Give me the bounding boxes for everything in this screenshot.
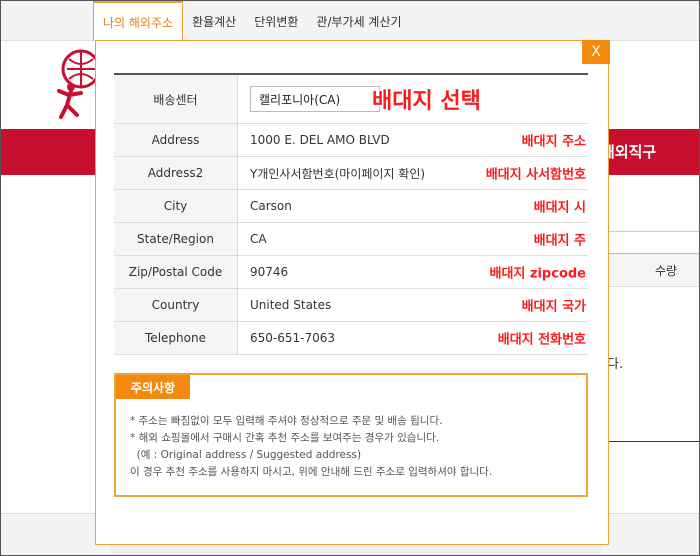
annotation-text: 배대지 선택 <box>372 89 481 114</box>
background-menu-text: 해외직구 <box>601 143 657 161</box>
tab-my-overseas-address[interactable]: 나의 해외주소 <box>93 1 184 41</box>
annotation-text: 배대지 주소 <box>521 134 586 150</box>
row-label: Country <box>114 289 238 321</box>
country-value: United States <box>250 298 332 312</box>
row-value: 1000 E. DEL AMO BLVD 배대지 주소 <box>238 124 588 156</box>
background-divider-2 <box>607 441 699 442</box>
annotation-text: 배대지 시 <box>533 200 586 216</box>
row-telephone: Telephone 650-651-7063 배대지 전화번호 <box>114 322 588 355</box>
tab-unit-conversion[interactable]: 단위변환 <box>245 1 308 41</box>
row-label: State/Region <box>114 223 238 255</box>
address-modal: X 배송센터 캘리포니아(CA) 배대지 선택 Address 1000 E. … <box>95 40 610 545</box>
tab-exchange-rate[interactable]: 환율계산 <box>183 1 246 41</box>
window-frame: 해외직구 수량 다. 나의 해외주소 환율계산 단위변환 관/부가세 계산기 X… <box>0 0 700 556</box>
row-address: Address 1000 E. DEL AMO BLVD 배대지 주소 <box>114 124 588 157</box>
zip-value: 90746 <box>250 265 289 279</box>
row-value: 90746 배대지 zipcode <box>238 256 588 288</box>
row-state: State/Region CA 배대지 주 <box>114 223 588 256</box>
row-country: Country United States 배대지 국가 <box>114 289 588 322</box>
annotation-text: 배대지 zipcode <box>489 266 587 282</box>
telephone-value: 650-651-7063 <box>250 331 336 345</box>
row-value: United States 배대지 국가 <box>238 289 588 321</box>
row-value: 650-651-7063 배대지 전화번호 <box>238 322 588 354</box>
background-text-snippet: 다. <box>607 357 624 372</box>
notice-line: 이 경우 추천 주소를 사용하지 마시고, 위에 안내해 드린 주소로 입력하셔… <box>130 466 493 478</box>
notice-line: * 주소는 빠짐없이 모두 입력해 주셔야 정상적으로 주문 및 배송 됩니다. <box>130 415 443 427</box>
notice-line: (예 : Original address / Suggested addres… <box>130 449 362 461</box>
row-shipping-center: 배송센터 캘리포니아(CA) 배대지 선택 <box>114 75 588 124</box>
row-value: CA 배대지 주 <box>238 223 588 255</box>
row-zip: Zip/Postal Code 90746 배대지 zipcode <box>114 256 588 289</box>
row-value: Y개인사서함번호(마이페이지 확인) 배대지 사서함번호 <box>238 157 588 189</box>
tool-tabs: 나의 해외주소 환율계산 단위변환 관/부가세 계산기 <box>93 1 411 41</box>
state-value: CA <box>250 232 267 246</box>
row-address2: Address2 Y개인사서함번호(마이페이지 확인) 배대지 사서함번호 <box>114 157 588 190</box>
row-label: City <box>114 190 238 222</box>
row-label: Zip/Postal Code <box>114 256 238 288</box>
notice-body: * 주소는 빠짐없이 모두 입력해 주셔야 정상적으로 주문 및 배송 됩니다.… <box>130 413 492 481</box>
address2-value: Y개인사서함번호(마이페이지 확인) <box>250 166 426 181</box>
notice-box: 주의사항 * 주소는 빠짐없이 모두 입력해 주셔야 정상적으로 주문 및 배송… <box>114 373 588 497</box>
row-value: 캘리포니아(CA) 배대지 선택 <box>238 75 588 123</box>
annotation-text: 배대지 국가 <box>521 299 586 315</box>
background-divider <box>607 231 699 232</box>
annotation-text: 배대지 전화번호 <box>497 332 586 348</box>
close-button[interactable]: X <box>582 40 610 64</box>
tab-tax-calculator[interactable]: 관/부가세 계산기 <box>307 1 411 41</box>
background-column-header: 수량 <box>607 253 699 287</box>
annotation-text: 배대지 사서함번호 <box>485 167 586 183</box>
address-table: 배송센터 캘리포니아(CA) 배대지 선택 Address 1000 E. DE… <box>114 73 588 355</box>
row-value: Carson 배대지 시 <box>238 190 588 222</box>
row-label: 배송센터 <box>114 75 238 123</box>
address-value: 1000 E. DEL AMO BLVD <box>250 133 390 147</box>
row-label: Telephone <box>114 322 238 354</box>
notice-line: * 해외 쇼핑몰에서 구매시 간혹 추천 주소를 보여주는 경우가 있습니다. <box>130 432 440 444</box>
notice-title: 주의사항 <box>116 375 190 399</box>
shipping-center-select[interactable]: 캘리포니아(CA) <box>250 86 380 112</box>
row-label: Address2 <box>114 157 238 189</box>
row-label: Address <box>114 124 238 156</box>
annotation-text: 배대지 주 <box>533 233 586 249</box>
row-city: City Carson 배대지 시 <box>114 190 588 223</box>
city-value: Carson <box>250 199 292 213</box>
